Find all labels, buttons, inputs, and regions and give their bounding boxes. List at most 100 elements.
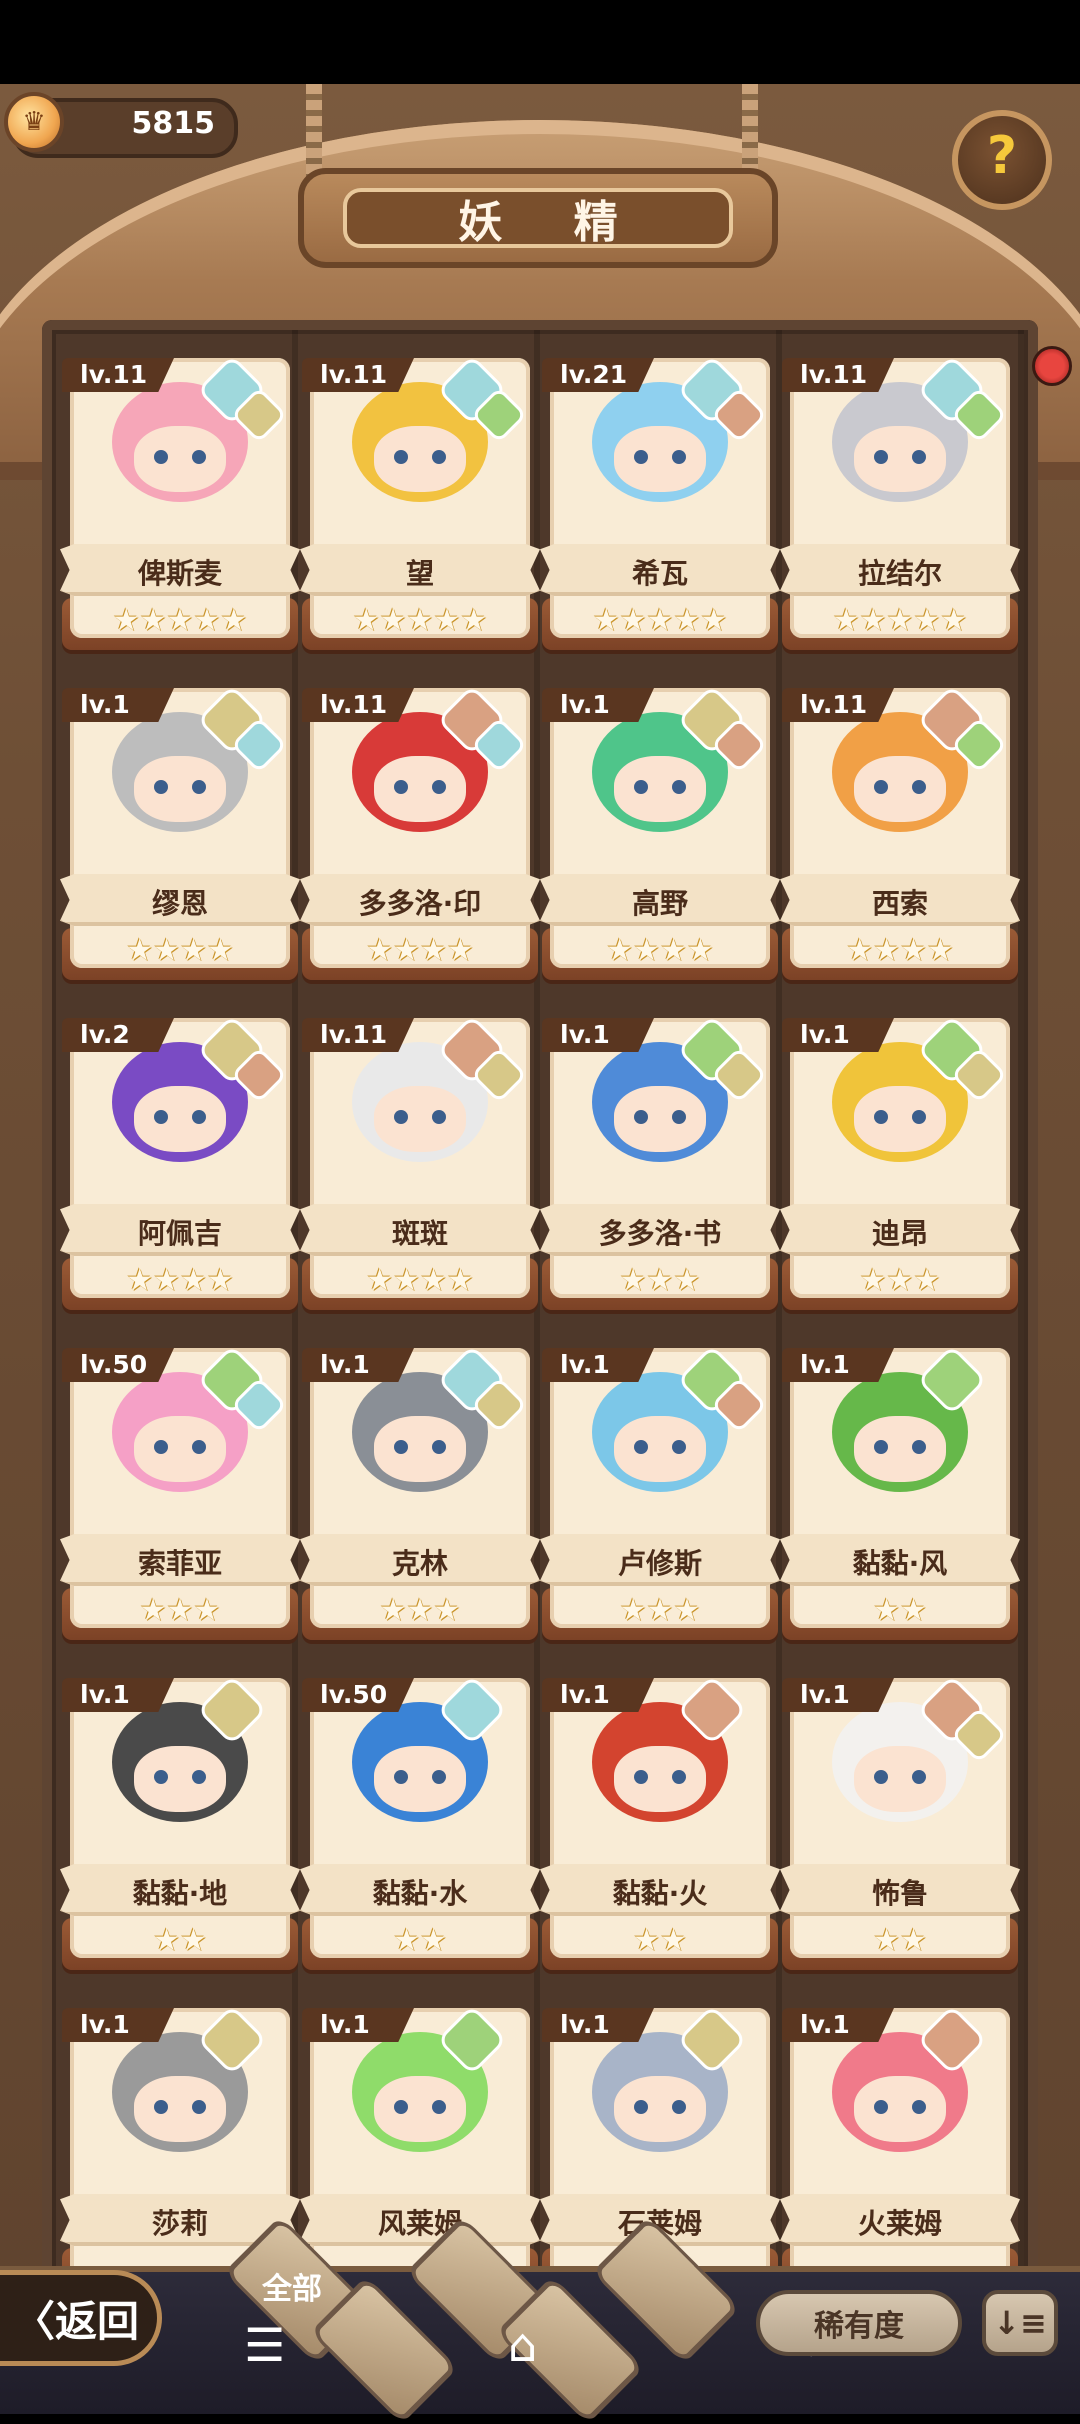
star-icon: ★ — [153, 1923, 180, 1958]
fairy-eye — [634, 450, 648, 464]
star-icon: ★ — [112, 603, 140, 638]
fairy-card[interactable]: lv.1 怖鲁 ★★ — [780, 1672, 1020, 1972]
level-text: lv.1 — [80, 1680, 130, 1709]
star-icon: ★ — [646, 1593, 674, 1628]
fairy-eye — [394, 1770, 408, 1784]
star-icon: ★ — [886, 1263, 914, 1298]
back-button[interactable]: 〈返回 — [0, 2270, 162, 2366]
star-icon: ★ — [926, 933, 954, 968]
star-icon: ★ — [619, 603, 647, 638]
fairy-face — [854, 756, 946, 822]
level-badge: lv.1 — [542, 1678, 654, 1712]
fairy-card[interactable]: lv.1 克林 ★★★ — [300, 1342, 540, 1642]
fairy-eye — [192, 1440, 206, 1454]
star-icon: ★ — [900, 1923, 927, 1958]
star-rating: ★★★★ — [302, 934, 538, 968]
name-ribbon: 多多洛·印 — [300, 874, 540, 926]
ladybug-icon[interactable] — [1032, 346, 1072, 386]
level-badge: lv.50 — [302, 1678, 414, 1712]
fairy-card[interactable]: lv.11 多多洛·印 ★★★★ — [300, 682, 540, 982]
fairy-card[interactable]: lv.1 缪恩 ★★★★ — [60, 682, 300, 982]
fairy-eye — [192, 450, 206, 464]
star-icon: ★ — [859, 1263, 887, 1298]
fairy-card[interactable]: lv.2 阿佩吉 ★★★★ — [60, 1012, 300, 1312]
star-icon: ★ — [446, 933, 474, 968]
fairy-face — [374, 1086, 466, 1152]
fairy-eye — [432, 780, 446, 794]
level-badge: lv.1 — [542, 1348, 654, 1382]
sort-list-icon[interactable]: ↓≡ — [982, 2290, 1058, 2356]
star-icon: ★ — [180, 1923, 207, 1958]
fairy-card[interactable]: lv.11 拉结尔 ★★★★★ — [780, 352, 1020, 652]
level-badge: lv.21 — [542, 358, 654, 392]
fairy-card[interactable]: lv.1 卢修斯 ★★★ — [540, 1342, 780, 1642]
fairy-eye — [672, 450, 686, 464]
fairy-card[interactable]: lv.50 黏黏·水 ★★ — [300, 1672, 540, 1972]
page-title: 妖 精 — [458, 197, 646, 248]
fairy-card[interactable]: lv.1 迪昂 ★★★ — [780, 1012, 1020, 1312]
fairy-eye — [432, 450, 446, 464]
menu-icon[interactable]: ☰ — [244, 2318, 285, 2372]
star-rating: ★★★★★ — [542, 604, 778, 638]
fairy-face — [614, 1086, 706, 1152]
fairy-card[interactable]: lv.11 望 ★★★★★ — [300, 352, 540, 652]
fairy-eye — [634, 780, 648, 794]
rarity-sort-button[interactable]: 稀有度 — [756, 2290, 962, 2356]
star-rating: ★★★★ — [542, 934, 778, 968]
fairy-eye — [154, 780, 168, 794]
fairy-name: 高野 — [631, 887, 688, 920]
fairy-name: 拉结尔 — [857, 557, 942, 590]
fairy-card[interactable]: lv.1 高野 ★★★★ — [540, 682, 780, 982]
fairy-name: 黏黏·风 — [852, 1547, 948, 1580]
fairy-eye — [394, 1440, 408, 1454]
home-icon[interactable]: ⌂ — [508, 2318, 537, 2372]
star-rating: ★★★★ — [302, 1264, 538, 1298]
fairy-name: 黏黏·水 — [372, 1877, 468, 1910]
star-icon: ★ — [366, 1263, 394, 1298]
level-text: lv.1 — [800, 2010, 850, 2039]
level-text: lv.11 — [320, 360, 388, 389]
name-ribbon: 俾斯麦 — [60, 544, 300, 596]
star-icon: ★ — [873, 1593, 900, 1628]
fairy-name: 西索 — [871, 887, 928, 920]
star-rating: ★★ — [782, 1594, 1018, 1628]
level-text: lv.1 — [560, 1020, 610, 1049]
star-icon: ★ — [646, 1263, 674, 1298]
star-icon: ★ — [393, 933, 420, 968]
star-icon: ★ — [832, 603, 860, 638]
fairy-card[interactable]: lv.21 希瓦 ★★★★★ — [540, 352, 780, 652]
fairy-eye — [634, 2100, 648, 2114]
fairy-card[interactable]: lv.50 索菲亚 ★★★ — [60, 1342, 300, 1642]
level-text: lv.11 — [320, 690, 388, 719]
fairy-card[interactable]: lv.11 西索 ★★★★ — [780, 682, 1020, 982]
fairy-eye — [154, 1440, 168, 1454]
fairy-card[interactable]: lv.11 斑斑 ★★★★ — [300, 1012, 540, 1312]
fairy-face — [854, 426, 946, 492]
fairy-eye — [672, 1440, 686, 1454]
fairy-face — [134, 1416, 226, 1482]
name-ribbon: 迪昂 — [780, 1204, 1020, 1256]
level-badge: lv.1 — [782, 1018, 894, 1052]
fairy-card[interactable]: lv.1 多多洛·书 ★★★ — [540, 1012, 780, 1312]
name-ribbon: 高野 — [540, 874, 780, 926]
star-icon: ★ — [913, 1263, 941, 1298]
level-badge: lv.1 — [542, 2008, 654, 2042]
level-badge: lv.1 — [62, 688, 174, 722]
fairy-card[interactable]: lv.1 黏黏·火 ★★ — [540, 1672, 780, 1972]
star-icon: ★ — [859, 603, 887, 638]
level-text: lv.50 — [320, 1680, 388, 1709]
level-text: lv.1 — [560, 2010, 610, 2039]
star-icon: ★ — [846, 933, 874, 968]
star-icon: ★ — [153, 1263, 180, 1298]
fairy-eye — [634, 1110, 648, 1124]
level-text: lv.1 — [560, 1680, 610, 1709]
fairy-card[interactable]: lv.1 黏黏·地 ★★ — [60, 1672, 300, 1972]
help-button[interactable]: ? — [952, 110, 1052, 210]
star-icon: ★ — [873, 1923, 900, 1958]
star-icon: ★ — [166, 1593, 194, 1628]
fairy-card[interactable]: lv.11 俾斯麦 ★★★★★ — [60, 352, 300, 652]
level-badge: lv.11 — [782, 358, 894, 392]
fairy-card[interactable]: lv.1 黏黏·风 ★★ — [780, 1342, 1020, 1642]
level-badge: lv.1 — [542, 1018, 654, 1052]
fairy-card[interactable]: lv.1 火莱姆 — [780, 2002, 1020, 2302]
